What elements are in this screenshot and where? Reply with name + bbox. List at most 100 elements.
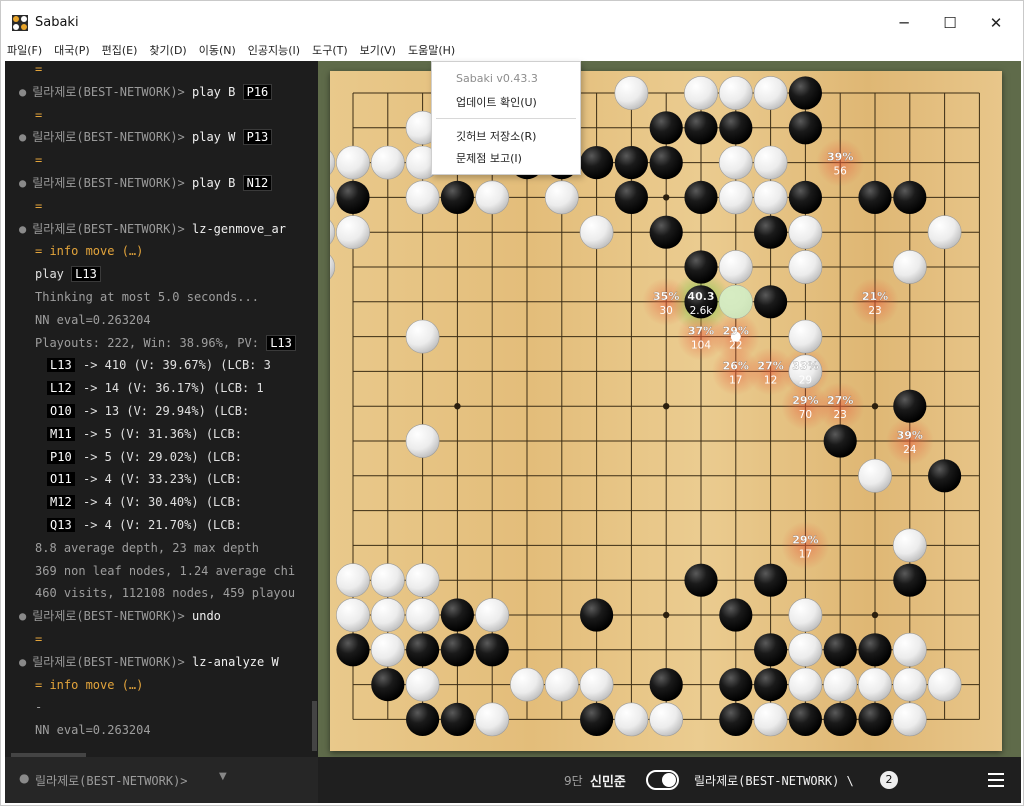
black-stone[interactable] — [823, 424, 857, 458]
black-stone[interactable] — [788, 111, 822, 145]
white-stone[interactable] — [405, 319, 440, 354]
maximize-button[interactable]: ☐ — [927, 7, 973, 39]
console-prompt[interactable]: ● 릴라제로(BEST-NETWORK)> ▼ — [5, 757, 318, 803]
menu-file[interactable]: 파일(F) — [7, 42, 42, 58]
white-stone[interactable] — [405, 667, 440, 702]
white-stone[interactable] — [753, 145, 788, 180]
black-stone[interactable] — [440, 633, 474, 667]
white-stone[interactable] — [892, 528, 927, 563]
white-stone[interactable] — [718, 180, 753, 215]
white-stone[interactable] — [475, 598, 510, 632]
white-stone[interactable] — [544, 180, 579, 215]
console-scrollbar[interactable] — [312, 701, 317, 751]
white-stone[interactable] — [579, 667, 614, 702]
menu-play[interactable]: 대국(P) — [54, 42, 89, 58]
black-stone[interactable] — [754, 285, 788, 319]
white-stone[interactable] — [892, 702, 927, 737]
close-button[interactable]: ✕ — [973, 7, 1019, 39]
white-stone[interactable] — [336, 215, 370, 250]
white-stone[interactable] — [858, 458, 892, 493]
white-stone[interactable] — [892, 667, 927, 702]
white-stone[interactable] — [892, 250, 927, 284]
black-stone[interactable] — [823, 633, 857, 667]
white-stone[interactable] — [614, 76, 649, 110]
black-stone[interactable] — [823, 702, 857, 737]
github-repo-item[interactable]: 깃허브 저장소(R) — [456, 128, 536, 144]
black-stone[interactable] — [928, 459, 962, 493]
white-stone[interactable] — [510, 667, 544, 702]
black-stone[interactable] — [371, 668, 405, 702]
white-stone[interactable] — [684, 76, 718, 110]
black-stone[interactable] — [649, 111, 683, 145]
white-stone[interactable] — [475, 180, 510, 215]
white-stone[interactable] — [544, 667, 579, 702]
white-stone[interactable] — [788, 632, 823, 667]
black-stone[interactable] — [440, 702, 474, 737]
white-stone[interactable] — [370, 145, 405, 180]
white-stone[interactable] — [405, 563, 440, 598]
menu-navigation[interactable]: 이동(N) — [199, 42, 236, 58]
black-stone[interactable] — [788, 76, 822, 110]
black-stone[interactable] — [614, 180, 648, 214]
black-stone[interactable] — [406, 702, 440, 737]
black-stone[interactable] — [649, 146, 683, 180]
black-stone[interactable] — [580, 598, 614, 632]
menu-find[interactable]: 찾기(D) — [149, 42, 186, 58]
black-stone[interactable] — [754, 633, 788, 667]
white-stone[interactable] — [579, 215, 614, 250]
white-stone[interactable] — [788, 215, 823, 250]
black-stone[interactable] — [684, 563, 718, 597]
menu-engines[interactable]: 인공지능(I) — [248, 42, 300, 58]
white-stone[interactable] — [405, 180, 440, 215]
black-stone[interactable] — [649, 215, 683, 249]
black-stone[interactable] — [893, 389, 927, 423]
black-stone[interactable] — [580, 702, 614, 737]
white-stone[interactable] — [788, 250, 823, 284]
check-updates-item[interactable]: 업데이트 확인(U) — [456, 94, 537, 110]
black-stone[interactable] — [336, 180, 370, 214]
white-stone[interactable] — [753, 76, 788, 110]
black-stone[interactable] — [719, 598, 753, 632]
black-stone[interactable] — [580, 146, 614, 180]
white-stone[interactable] — [370, 598, 405, 632]
black-stone[interactable] — [475, 633, 509, 667]
black-stone[interactable] — [788, 702, 822, 737]
white-stone[interactable] — [330, 250, 336, 283]
white-stone[interactable] — [753, 702, 788, 737]
black-stone[interactable] — [406, 633, 440, 667]
black-stone[interactable] — [858, 633, 892, 667]
black-stone[interactable] — [754, 215, 788, 249]
menu-help[interactable]: 도움말(H) — [408, 42, 455, 58]
white-stone[interactable] — [336, 145, 370, 180]
black-stone[interactable] — [788, 180, 822, 214]
white-stone[interactable] — [788, 319, 823, 354]
black-stone[interactable] — [858, 180, 892, 214]
black-stone[interactable] — [649, 668, 683, 702]
white-stone[interactable] — [788, 598, 823, 632]
menu-edit[interactable]: 편집(E) — [102, 42, 138, 58]
black-stone[interactable] — [719, 668, 753, 702]
black-stone[interactable] — [719, 702, 753, 737]
white-stone[interactable] — [330, 146, 336, 179]
black-stone[interactable] — [684, 250, 718, 284]
white-stone[interactable] — [336, 598, 370, 632]
white-stone[interactable] — [858, 667, 892, 702]
white-stone[interactable] — [475, 702, 510, 737]
white-stone[interactable] — [330, 181, 336, 214]
white-stone[interactable] — [649, 702, 684, 737]
white-stone[interactable] — [370, 632, 405, 667]
black-stone[interactable] — [893, 563, 927, 597]
white-stone[interactable] — [614, 702, 649, 737]
white-stone[interactable] — [336, 563, 370, 598]
black-stone[interactable] — [719, 111, 753, 145]
report-issue-item[interactable]: 문제점 보고(I) — [456, 150, 522, 166]
black-stone[interactable] — [684, 111, 718, 145]
black-stone[interactable] — [893, 180, 927, 214]
white-stone[interactable] — [330, 216, 336, 249]
engine-dropdown-icon[interactable]: ▼ — [219, 771, 227, 782]
hamburger-menu-icon[interactable] — [988, 773, 1004, 787]
black-stone[interactable] — [684, 180, 718, 214]
white-stone[interactable] — [718, 76, 753, 110]
white-stone[interactable] — [892, 632, 927, 667]
minimize-button[interactable]: ─ — [881, 7, 927, 39]
